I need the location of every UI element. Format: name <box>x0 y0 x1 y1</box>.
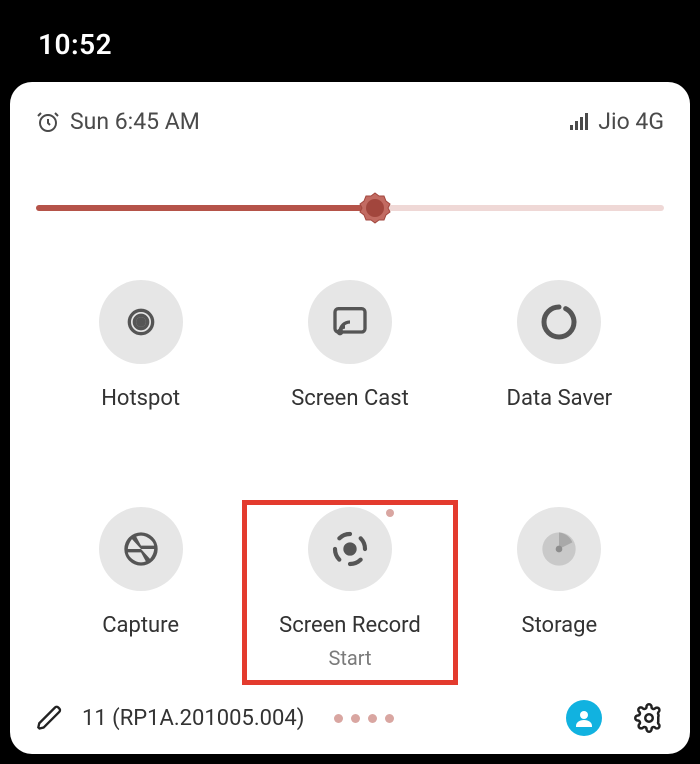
alarm-time-text: Sun 6:45 AM <box>70 108 200 135</box>
bottom-bar: 11 (RP1A.201005.004) <box>36 682 664 736</box>
tile-sublabel: Start <box>328 646 371 670</box>
quick-settings-tiles: Hotspot Screen Cast Data Saver Capture Scree… <box>36 276 664 682</box>
screenrecord-icon <box>308 507 392 591</box>
tile-datasaver[interactable]: Data Saver <box>455 276 664 423</box>
capture-icon <box>99 507 183 591</box>
slider-fill <box>36 205 375 211</box>
tile-label: Capture <box>102 613 179 638</box>
brightness-slider[interactable] <box>36 195 664 221</box>
page-indicator[interactable] <box>334 714 394 723</box>
tile-capture[interactable]: Capture <box>36 503 245 682</box>
tile-label: Data Saver <box>507 386 613 411</box>
tile-label: Storage <box>522 613 598 638</box>
page-dot <box>368 714 377 723</box>
tile-screenrecord[interactable]: Screen Record Start <box>245 503 454 682</box>
page-dot <box>351 714 360 723</box>
page-dot <box>385 714 394 723</box>
profile-switcher-button[interactable] <box>566 700 602 736</box>
page-dot <box>334 714 343 723</box>
tile-screencast[interactable]: Screen Cast <box>245 276 454 423</box>
edit-icon[interactable] <box>36 704 64 732</box>
signal-icon <box>568 112 590 132</box>
quick-settings-panel: Sun 6:45 AM Jio 4G HotspotScreen CastDat <box>10 82 690 754</box>
settings-gear-icon[interactable] <box>634 703 664 733</box>
tile-label: Hotspot <box>101 386 180 411</box>
tile-hotspot[interactable]: Hotspot <box>36 276 245 423</box>
datasaver-icon <box>517 280 601 364</box>
screencast-icon <box>308 280 392 364</box>
carrier-text: Jio 4G <box>598 108 664 135</box>
alarm-icon <box>36 110 60 134</box>
tile-label: Screen Cast <box>291 386 409 411</box>
hotspot-icon <box>99 280 183 364</box>
avatar-icon <box>566 700 602 736</box>
build-version-text: 11 (RP1A.201005.004) <box>82 706 304 731</box>
status-bar: Sun 6:45 AM Jio 4G <box>36 108 664 135</box>
notification-dot <box>386 509 394 517</box>
device-clock: 10:52 <box>38 28 112 61</box>
tile-label: Screen Record <box>279 613 421 638</box>
brightness-thumb-icon[interactable] <box>358 191 392 225</box>
tile-storage[interactable]: Storage <box>455 503 664 682</box>
storage-icon <box>517 507 601 591</box>
